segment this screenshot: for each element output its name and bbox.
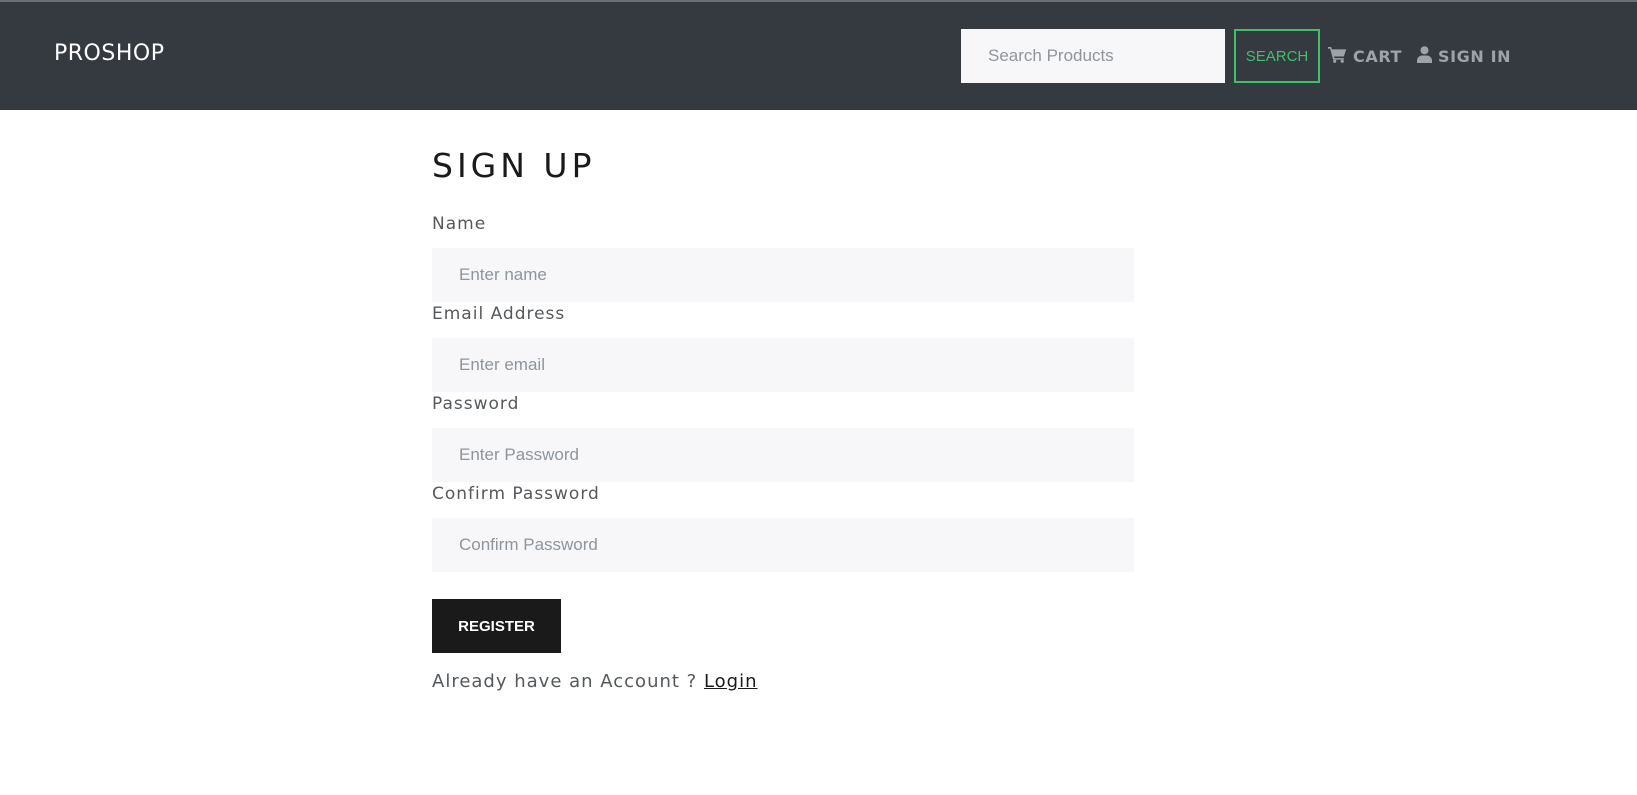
brand-logo[interactable]: PROSHOP — [54, 41, 164, 66]
navbar: PROSHOP SEARCH CART SIGN IN — [0, 2, 1637, 110]
search-input[interactable] — [961, 29, 1225, 83]
login-link[interactable]: Login — [704, 671, 758, 692]
cart-link[interactable]: CART — [1328, 44, 1402, 68]
password-input[interactable] — [432, 428, 1134, 482]
cart-label: CART — [1353, 46, 1403, 66]
name-input[interactable] — [432, 248, 1134, 302]
password-label: Password — [432, 394, 520, 414]
name-label: Name — [432, 214, 487, 234]
sign-in-link[interactable]: SIGN IN — [1417, 44, 1511, 68]
register-button[interactable]: REGISTER — [432, 599, 561, 653]
confirm-password-input[interactable] — [432, 518, 1134, 572]
cart-icon — [1328, 46, 1347, 67]
email-label: Email Address — [432, 304, 566, 324]
login-prompt-text: Already have an Account ? — [432, 671, 704, 692]
sign-in-label: SIGN IN — [1438, 46, 1512, 66]
email-input[interactable] — [432, 338, 1134, 392]
page-title: SIGN UP — [432, 146, 596, 185]
login-prompt: Already have an Account ? Login — [432, 671, 758, 692]
confirm-password-label: Confirm Password — [432, 484, 600, 504]
user-icon — [1417, 45, 1432, 67]
search-button[interactable]: SEARCH — [1234, 29, 1320, 83]
